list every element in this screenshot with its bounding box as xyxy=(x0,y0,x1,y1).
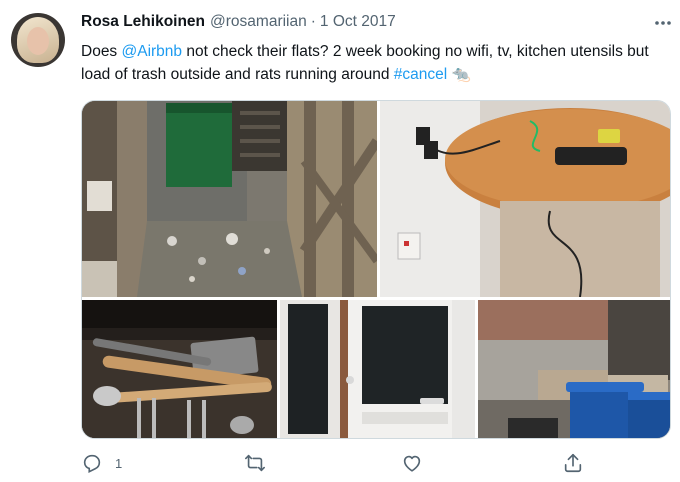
share-button[interactable] xyxy=(562,448,584,478)
photo-yard-trash[interactable] xyxy=(82,101,377,297)
mention-link[interactable]: @Airbnb xyxy=(122,43,183,60)
tweet-text: Does @Airbnb not check their flats? 2 we… xyxy=(81,40,671,86)
user-handle[interactable]: @rosamariian xyxy=(210,13,307,31)
retweet-icon xyxy=(244,452,266,474)
separator-dot: · xyxy=(310,13,316,30)
more-horizontal-icon[interactable] xyxy=(652,14,674,32)
like-button[interactable] xyxy=(401,448,423,478)
retweet-button[interactable] xyxy=(244,448,266,478)
photo-door[interactable] xyxy=(280,300,475,438)
reply-icon xyxy=(81,452,103,474)
media-grid xyxy=(81,100,671,439)
avatar[interactable] xyxy=(11,13,65,67)
reply-count: 1 xyxy=(115,455,123,471)
hashtag-link[interactable]: #cancel xyxy=(394,66,447,83)
rat-emoji: 🐀 xyxy=(451,66,471,83)
photo-desk-cables[interactable] xyxy=(380,101,670,297)
tweet-header: Rosa Lehikoinen @rosamariian · 1 Oct 201… xyxy=(81,13,396,35)
tweet: Rosa Lehikoinen @rosamariian · 1 Oct 201… xyxy=(0,0,680,482)
photo-bins[interactable] xyxy=(478,300,670,438)
tweet-date[interactable]: 1 Oct 2017 xyxy=(320,13,396,31)
share-icon xyxy=(562,452,584,474)
action-bar: 1 xyxy=(81,448,671,478)
like-icon xyxy=(401,452,423,474)
display-name[interactable]: Rosa Lehikoinen xyxy=(81,13,205,31)
photo-kitchen-utensils[interactable] xyxy=(82,300,277,438)
reply-button[interactable]: 1 xyxy=(81,448,122,478)
tweet-text-part: Does xyxy=(81,43,122,60)
